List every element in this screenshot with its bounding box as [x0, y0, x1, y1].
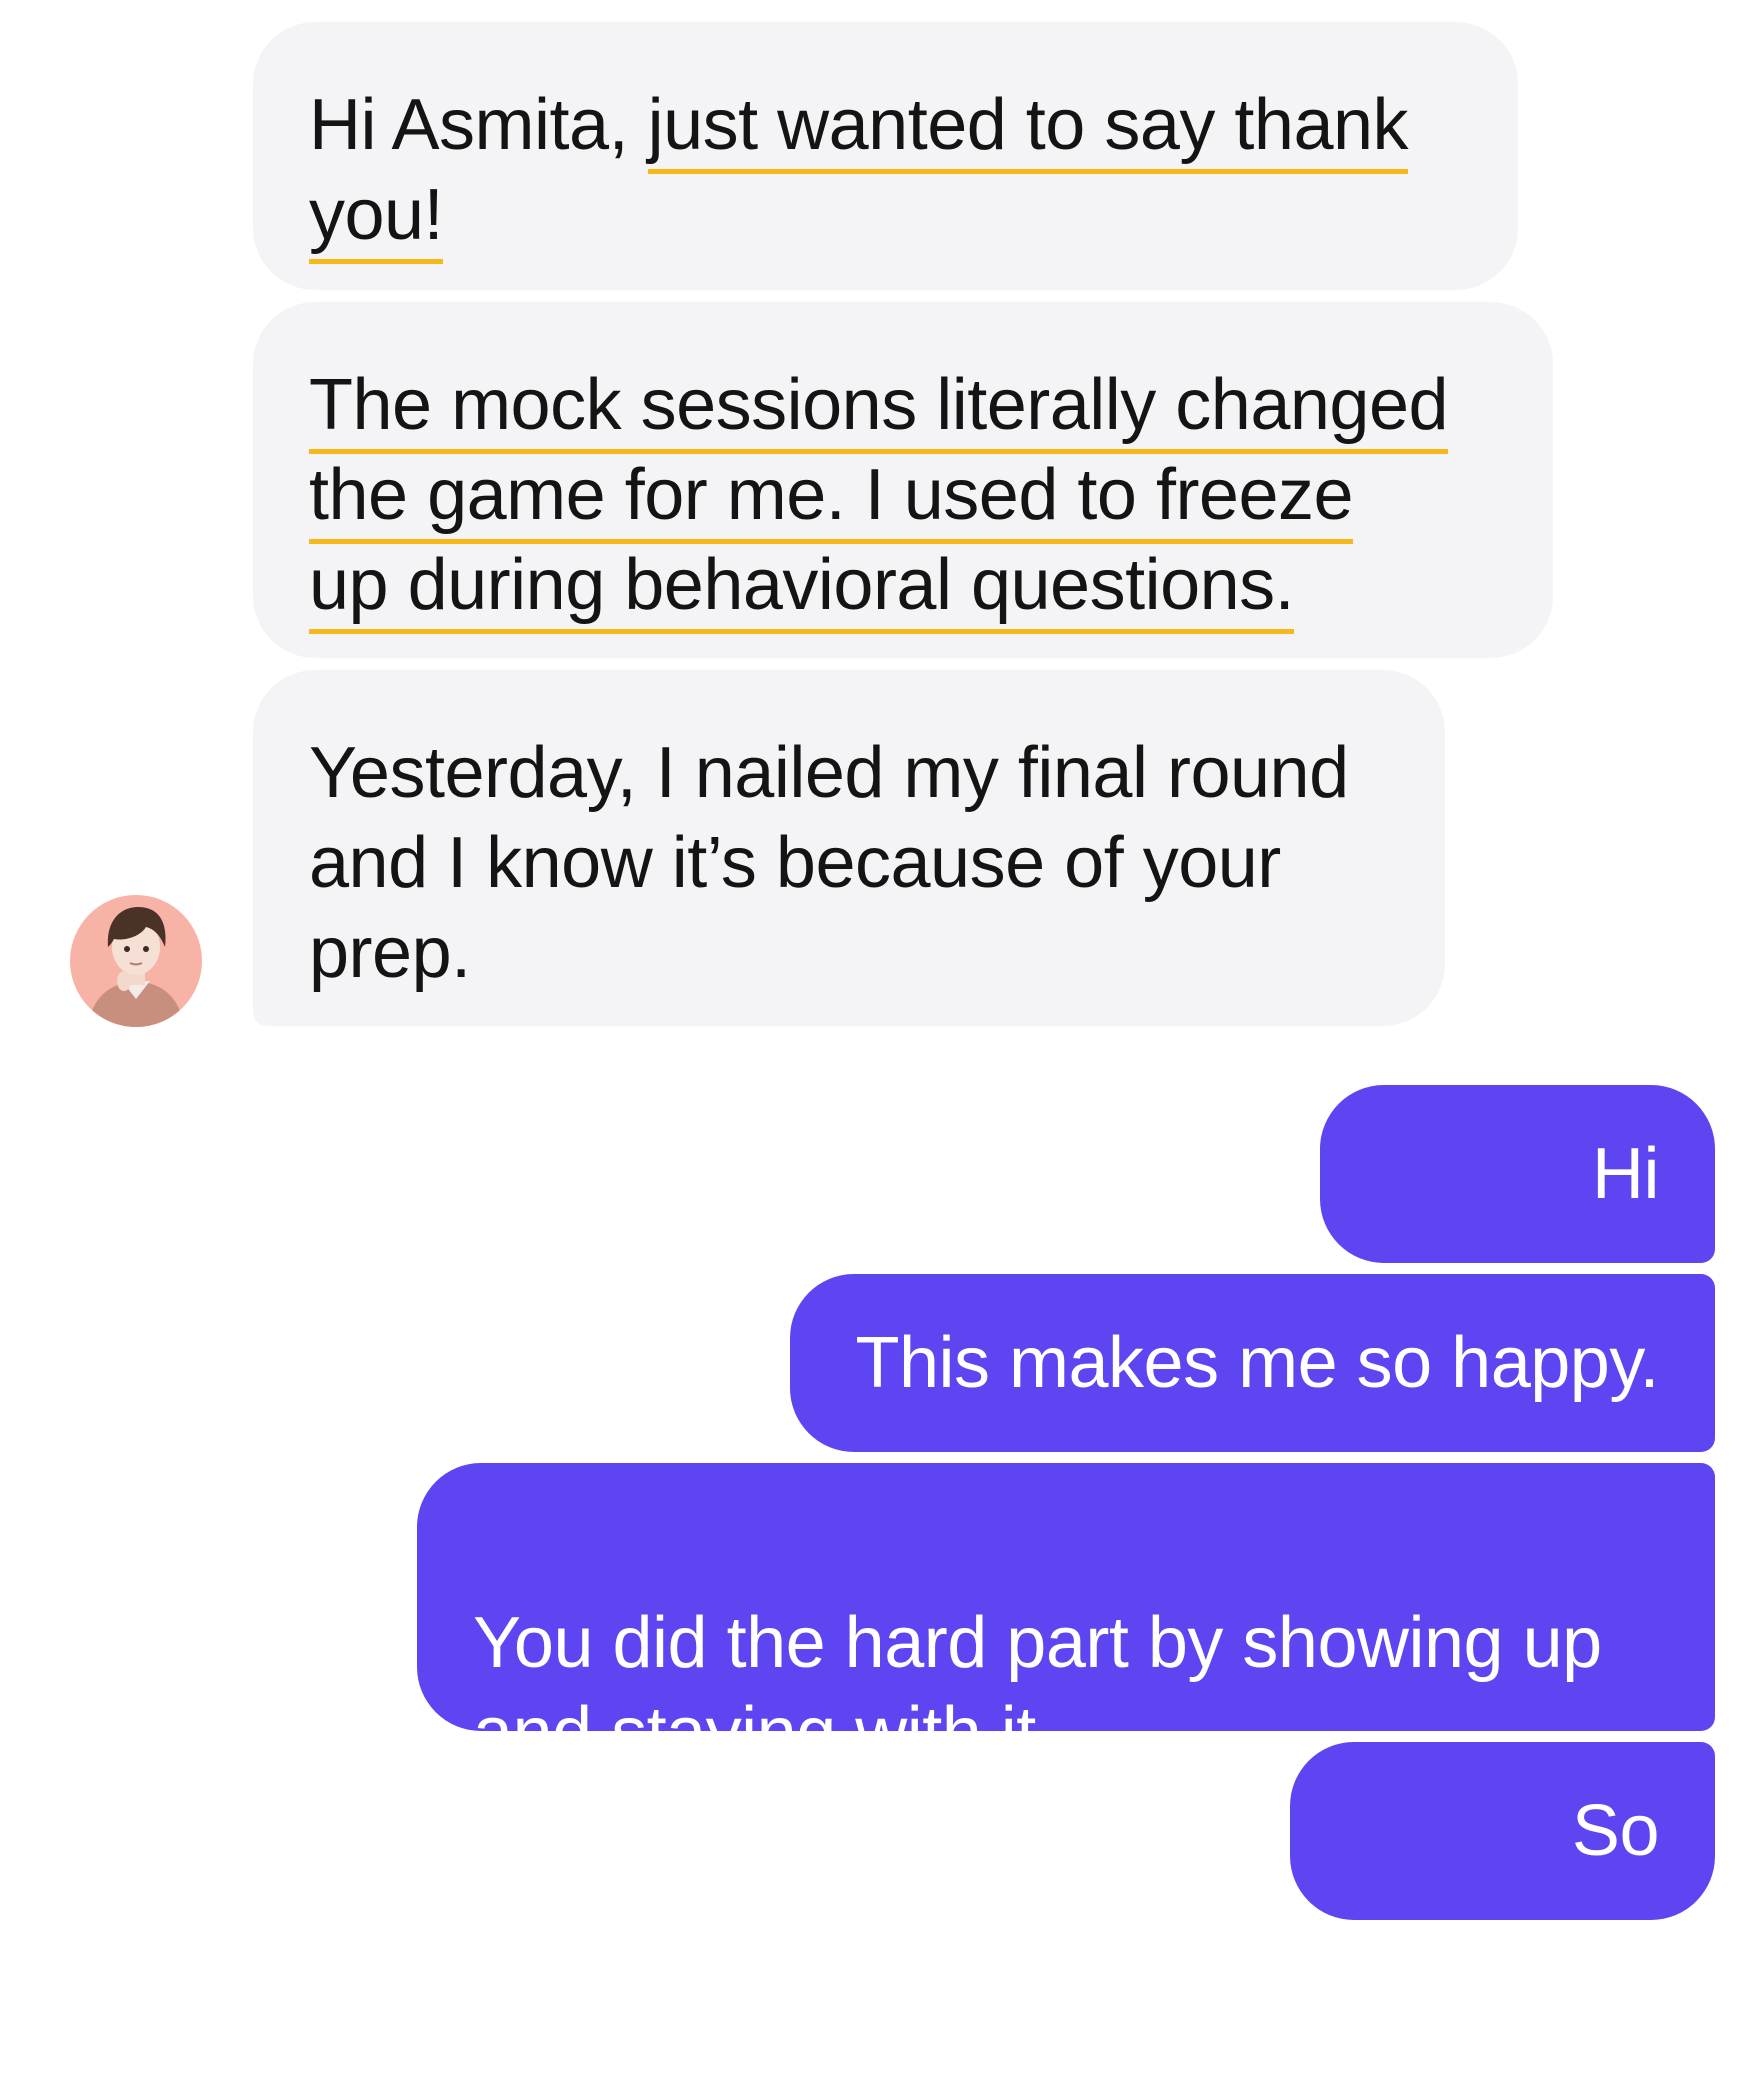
message-text: Hi Asmita, — [309, 85, 648, 165]
incoming-message[interactable]: Hi Asmita, just wanted to say thank you! — [253, 22, 1518, 290]
message-text: prep. — [309, 913, 471, 993]
message-text: and I know it’s because of your — [309, 823, 1281, 903]
outgoing-message[interactable]: This makes me so happy. — [790, 1274, 1715, 1452]
incoming-message[interactable]: The mock sessions literally changed the g… — [253, 302, 1553, 658]
outgoing-message[interactable]: So Proud! — [1290, 1742, 1715, 2049]
sender-avatar[interactable] — [70, 895, 202, 1027]
highlighted-text: The mock sessions literally changed — [309, 365, 1449, 454]
outgoing-message[interactable]: Hi Aanya — [1320, 1085, 1715, 1392]
highlighted-text: you! — [309, 175, 444, 264]
message-text: Yesterday, I nailed my final round — [309, 733, 1349, 813]
highlighted-text: the game for me. I used to freeze — [309, 455, 1354, 544]
message-text: This makes me so happy. — [855, 1323, 1660, 1403]
highlighted-text: just wanted to say thank — [647, 85, 1409, 174]
outgoing-message[interactable]: You did the hard part by showing up and … — [417, 1463, 1715, 1773]
message-text: So Proud! — [1449, 1791, 1660, 2049]
highlighted-text: up during behavioral questions. — [309, 545, 1295, 634]
user-avatar-illustration-icon — [70, 895, 202, 1027]
incoming-message[interactable]: Yesterday, I nailed my final round and I … — [253, 670, 1445, 1026]
